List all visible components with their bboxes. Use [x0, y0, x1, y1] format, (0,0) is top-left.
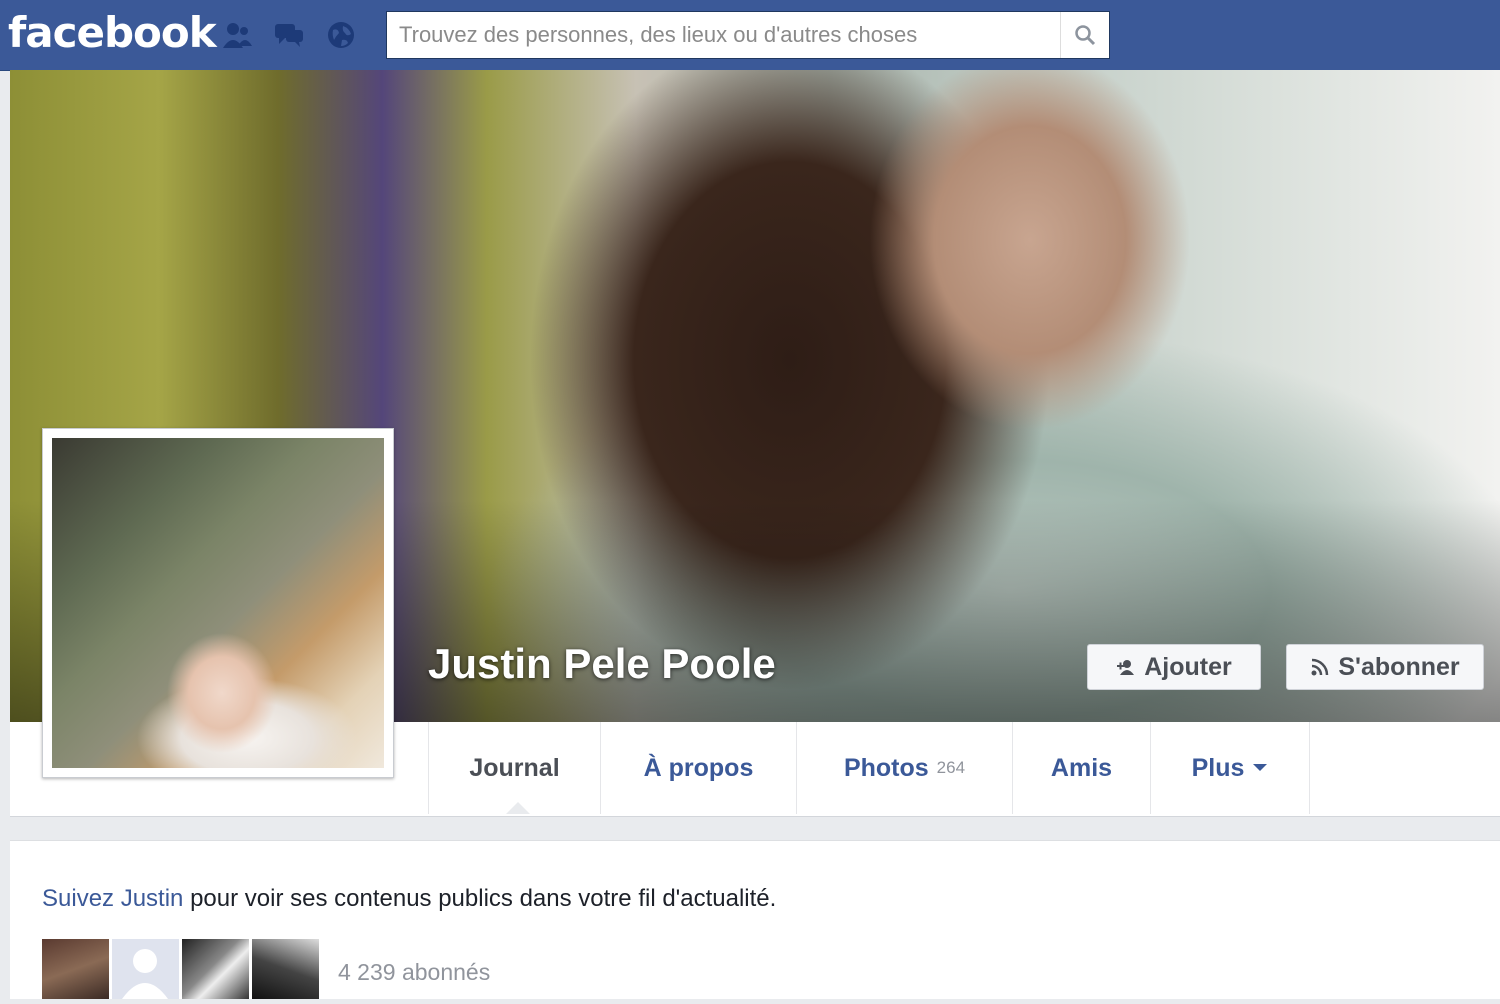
- chevron-down-icon: [1253, 764, 1268, 771]
- profile-picture[interactable]: [42, 428, 394, 778]
- followers-count[interactable]: 4 239 abonnés: [338, 959, 490, 986]
- follow-panel: Suivez Justin pour voir ses contenus pub…: [10, 840, 1500, 999]
- top-navigation-bar: facebook: [0, 0, 1500, 71]
- follower-avatar[interactable]: [182, 939, 249, 999]
- tab-photos[interactable]: Photos 264: [796, 722, 1012, 814]
- search-button[interactable]: [1060, 12, 1109, 58]
- subscribe-label: S'abonner: [1338, 652, 1460, 681]
- subscribe-button[interactable]: S'abonner: [1286, 644, 1484, 690]
- tab-journal-label: Journal: [469, 753, 560, 782]
- tab-more[interactable]: Plus: [1150, 722, 1310, 814]
- search-box: [386, 11, 1110, 59]
- friend-requests-icon[interactable]: [220, 18, 254, 52]
- notifications-globe-icon[interactable]: [324, 18, 358, 52]
- tab-about-label: À propos: [643, 753, 754, 782]
- profile-name[interactable]: Justin Pele Poole: [428, 640, 776, 688]
- follower-avatar-default[interactable]: [112, 939, 179, 999]
- follower-thumbnails: [42, 939, 319, 999]
- follow-prompt: Suivez Justin pour voir ses contenus pub…: [42, 885, 776, 913]
- search-icon: [1075, 25, 1096, 46]
- profile-photo-image: [52, 438, 384, 768]
- messages-icon[interactable]: [272, 18, 306, 52]
- rss-icon: [1311, 658, 1329, 676]
- add-friend-label: Ajouter: [1144, 652, 1232, 681]
- follow-prompt-text: pour voir ses contenus publics dans votr…: [183, 885, 777, 912]
- follower-avatar[interactable]: [252, 939, 319, 999]
- tab-more-label: Plus: [1191, 753, 1245, 782]
- facebook-logo[interactable]: facebook: [8, 8, 217, 57]
- tab-friends[interactable]: Amis: [1012, 722, 1150, 814]
- tab-photos-label: Photos: [843, 753, 929, 782]
- add-friend-icon: [1117, 660, 1135, 675]
- active-tab-indicator: [506, 802, 530, 814]
- tab-friends-label: Amis: [1050, 753, 1113, 782]
- follower-avatar[interactable]: [42, 939, 109, 999]
- search-input[interactable]: [397, 12, 1061, 58]
- tab-about[interactable]: À propos: [600, 722, 796, 814]
- default-avatar-icon: [122, 949, 168, 999]
- follow-link[interactable]: Suivez Justin: [42, 885, 183, 912]
- add-friend-button[interactable]: Ajouter: [1087, 644, 1261, 690]
- tab-journal[interactable]: Journal: [428, 722, 600, 814]
- photos-count: 264: [936, 758, 966, 777]
